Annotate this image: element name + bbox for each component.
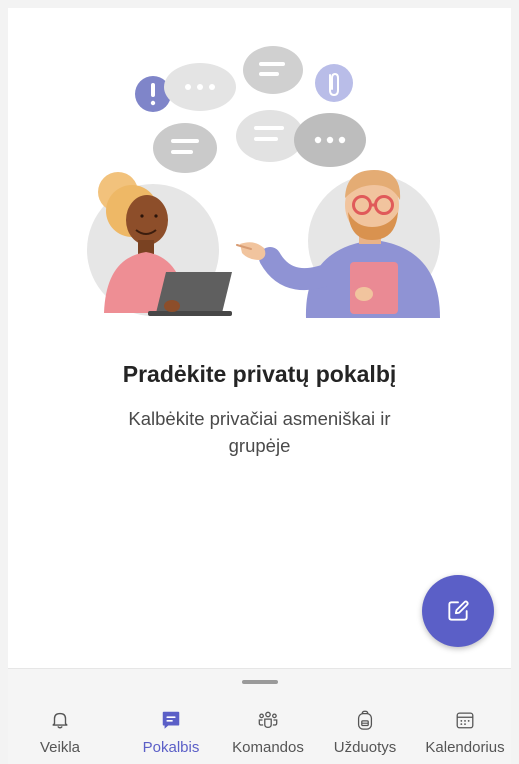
empty-state-title: Pradėkite privatų pokalbį (122, 361, 397, 387)
empty-state-subtitle: Kalbėkite privačiai asmeniškai ir grupėj… (128, 408, 391, 456)
nav-item-veikla[interactable]: Veikla (10, 703, 110, 764)
speech-bubbles (135, 46, 366, 173)
nav-label-komandos: Komandos (232, 739, 304, 756)
compose-icon (448, 600, 469, 621)
bottom-nav-bar: Veikla Pokalbis Komandos Užduotys Kalend… (8, 703, 511, 764)
nav-item-komandos[interactable]: Komandos (218, 703, 318, 764)
woman-with-laptop (87, 172, 232, 316)
chat-screen: Pradėkite privatų pokalbį Kalbėkite priv… (8, 8, 511, 764)
calendar-icon (456, 712, 474, 729)
nav-item-uzduotys[interactable]: Užduotys (315, 703, 415, 764)
nav-item-pokalbis[interactable]: Pokalbis (121, 703, 221, 764)
bottom-navigation: Veikla Pokalbis Komandos Užduotys Kalend… (8, 668, 511, 764)
nav-label-uzduotys: Užduotys (333, 739, 397, 756)
chat-icon (162, 711, 180, 729)
teams-icon (258, 711, 278, 728)
tasks-icon (357, 710, 373, 730)
drag-handle[interactable] (242, 680, 278, 684)
man-with-tablet (236, 170, 440, 318)
nav-label-veikla: Veikla (39, 739, 81, 756)
nav-label-pokalbis: Pokalbis (142, 739, 200, 756)
chat-illustration (87, 46, 440, 318)
nav-label-kalendorius: Kalendorius (425, 739, 505, 756)
nav-item-kalendorius[interactable]: Kalendorius (415, 703, 511, 764)
new-chat-button[interactable] (422, 575, 494, 647)
bell-icon (52, 712, 68, 729)
